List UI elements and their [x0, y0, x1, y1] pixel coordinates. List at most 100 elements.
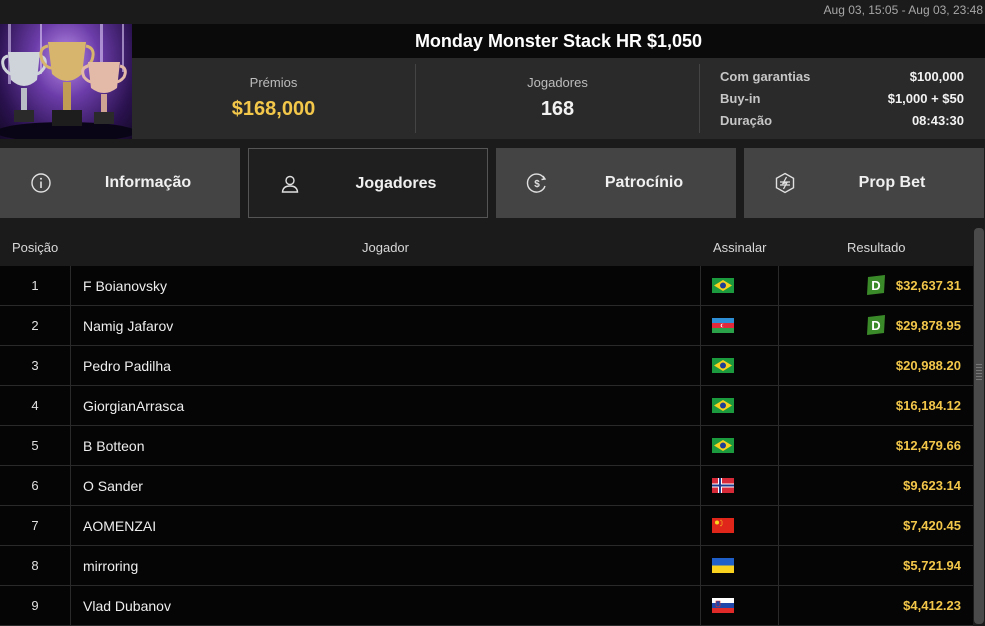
position-cell: 8	[31, 558, 39, 573]
cell-divider	[70, 546, 71, 586]
players-label: Jogadores	[527, 75, 588, 90]
cell-divider	[778, 426, 779, 466]
d-badge-label: D	[871, 318, 880, 333]
prop-bet-icon	[775, 172, 795, 194]
divider	[699, 64, 700, 133]
flag-brazil-icon	[712, 278, 734, 293]
cell-divider	[70, 586, 71, 626]
guaranteed-value: $100,000	[909, 69, 964, 84]
table-row[interactable]: 4 GiorgianArrasca $16,184.12	[0, 386, 973, 426]
cell-divider	[778, 506, 779, 546]
cell-divider	[700, 546, 701, 586]
table-row[interactable]: 7 AOMENZAI $7,420.45	[0, 506, 973, 546]
result-value: $9,623.14	[903, 478, 961, 493]
player-name[interactable]: O Sander	[83, 478, 143, 494]
cell-divider	[700, 266, 701, 306]
title-bar: Monday Monster Stack HR $1,050	[132, 24, 985, 58]
table-row[interactable]: 1 F Boianovsky D $32,637.31	[0, 266, 973, 306]
player-name[interactable]: AOMENZAI	[83, 518, 156, 534]
cell-divider	[700, 466, 701, 506]
cell-divider	[70, 346, 71, 386]
top-bar: Aug 03, 15:05 - Aug 03, 23:48	[0, 0, 985, 24]
position-cell: 2	[31, 318, 39, 333]
result-value: $5,721.94	[903, 558, 961, 573]
grip-line	[976, 370, 982, 371]
column-position: Posição	[12, 240, 59, 255]
d-badge-icon[interactable]: D	[865, 314, 887, 336]
table-row[interactable]: 2 Namig Jafarov D $29,878.95	[0, 306, 973, 346]
player-name[interactable]: Pedro Padilha	[83, 358, 171, 374]
tab-sponsorship[interactable]: $ Patrocínio	[496, 148, 736, 218]
cell-divider	[70, 426, 71, 466]
flag-china-icon	[712, 518, 734, 533]
player-name[interactable]: B Botteon	[83, 438, 145, 454]
flag-ukraine-icon	[712, 558, 734, 573]
tab-players[interactable]: Jogadores	[248, 148, 488, 218]
flag-azerbaijan-icon	[712, 318, 734, 333]
duration-value: 08:43:30	[911, 113, 964, 128]
tab-information-label: Informação	[104, 174, 192, 191]
d-badge-label: D	[871, 278, 880, 293]
tab-bar: Informação Jogadores $ Patrocínio Prop B…	[0, 148, 985, 218]
position-cell: 1	[31, 278, 39, 293]
column-flag: Assinalar	[713, 240, 767, 255]
table-row[interactable]: 6 O Sander $9,623.14	[0, 466, 973, 506]
cell-divider	[700, 426, 701, 466]
scrollbar-thumb[interactable]	[974, 228, 984, 624]
player-name[interactable]: Namig Jafarov	[83, 318, 173, 334]
tab-prop-bet[interactable]: Prop Bet	[744, 148, 984, 218]
cell-divider	[70, 306, 71, 346]
grip-line	[976, 379, 982, 380]
result-value: $16,184.12	[895, 398, 961, 413]
cell-divider	[778, 546, 779, 586]
table-row[interactable]: 8 mirroring $5,721.94	[0, 546, 973, 586]
grip-line	[976, 376, 982, 377]
result-value: $12,479.66	[895, 438, 961, 453]
grip-line	[976, 367, 982, 368]
position-cell: 3	[31, 358, 39, 373]
guaranteed-label: Com garantias	[720, 69, 811, 84]
tab-information[interactable]: Informação	[0, 148, 240, 218]
prizes-value: $168,000	[231, 98, 316, 120]
table-header: Posição Jogador Assinalar Resultado	[0, 226, 973, 266]
grip-line	[976, 364, 982, 365]
cell-divider	[700, 386, 701, 426]
duration-row: Duração 08:43:30	[720, 110, 972, 132]
user-icon	[281, 175, 299, 193]
tab-players-label: Jogadores	[355, 175, 437, 192]
tournament-details: Com garantias $100,000 Buy-in $1,000 + $…	[720, 66, 972, 132]
position-cell: 9	[31, 598, 39, 613]
player-name[interactable]: Vlad Dubanov	[83, 598, 171, 614]
position-cell: 6	[31, 478, 39, 493]
players-value: 168	[540, 98, 575, 120]
cell-divider	[70, 506, 71, 546]
result-value: $4,412.23	[903, 598, 961, 613]
cell-divider	[778, 586, 779, 626]
cell-divider	[700, 506, 701, 546]
flag-brazil-icon	[712, 358, 734, 373]
table-row[interactable]: 9 Vlad Dubanov $4,412.23	[0, 586, 973, 626]
flag-brazil-icon	[712, 438, 734, 453]
svg-text:$: $	[534, 179, 540, 190]
buyin-row: Buy-in $1,000 + $50	[720, 88, 972, 110]
scrollbar[interactable]	[973, 226, 985, 626]
d-badge-icon[interactable]: D	[865, 274, 887, 296]
flag-slovenia-icon	[712, 598, 734, 613]
result-value: $20,988.20	[895, 358, 961, 373]
column-result: Resultado	[847, 240, 906, 255]
grip-line	[976, 373, 982, 374]
tournament-header: Monday Monster Stack HR $1,050 Prémios $…	[0, 24, 985, 140]
table-row[interactable]: 5 B Botteon $12,479.66	[0, 426, 973, 466]
cell-divider	[778, 346, 779, 386]
player-name[interactable]: mirroring	[83, 558, 138, 574]
player-name[interactable]: F Boianovsky	[83, 278, 167, 294]
position-cell: 7	[31, 518, 39, 533]
trophy-image	[0, 24, 132, 139]
cell-divider	[70, 466, 71, 506]
result-value: $32,637.31	[895, 278, 961, 293]
table-row[interactable]: 3 Pedro Padilha $20,988.20	[0, 346, 973, 386]
cell-divider	[778, 466, 779, 506]
player-name[interactable]: GiorgianArrasca	[83, 398, 184, 414]
info-icon	[31, 173, 51, 193]
column-player: Jogador	[362, 240, 409, 255]
